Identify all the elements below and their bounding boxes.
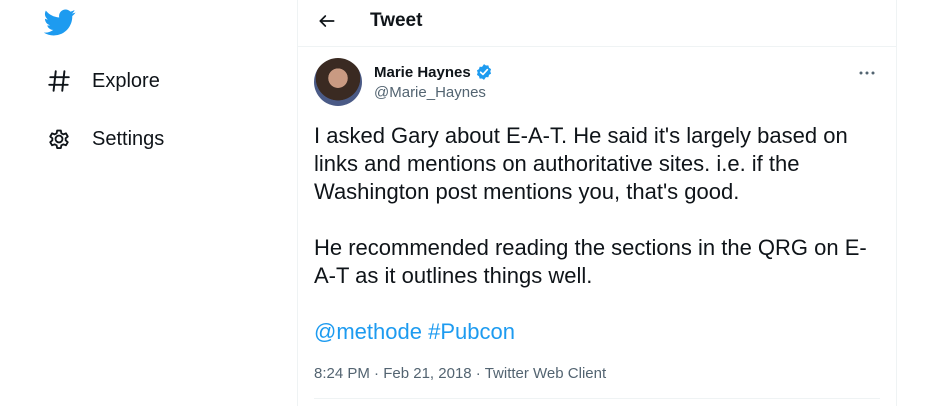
tweet-entities: @methode #Pubcon [314,318,515,346]
gear-icon [44,124,74,154]
author-handle[interactable]: @Marie_Haynes [374,84,493,101]
more-options-button[interactable] [852,60,882,84]
avatar[interactable] [314,58,362,106]
hashtag-icon [44,66,74,96]
meta-separator: · [374,365,380,382]
tweet-paragraph: I asked Gary about E-A-T. He said it's l… [314,123,848,204]
tweet-text: I asked Gary about E-A-T. He said it's l… [314,122,874,290]
hashtag-link[interactable]: #Pubcon [428,319,515,344]
nav-item-settings[interactable]: Settings [44,124,164,154]
tweet-author: Marie Haynes @Marie_Haynes [374,63,493,101]
main-column: Tweet Marie Haynes @Marie_Haynes I asked… [297,0,897,406]
author-name[interactable]: Marie Haynes [374,64,471,81]
meta-separator: · [475,365,481,382]
divider [314,398,880,399]
twitter-bird-icon[interactable] [43,6,76,38]
author-name-row: Marie Haynes [374,63,493,81]
tweet-client: Twitter Web Client [484,365,607,382]
back-button[interactable] [312,8,342,38]
tweet-date[interactable]: Feb 21, 2018 [383,365,471,382]
tweet-paragraph: He recommended reading the sections in t… [314,235,867,288]
nav-item-label: Settings [92,127,165,150]
nav-item-label: Explore [92,69,160,92]
left-navigation: Explore Settings [0,0,298,406]
mention-link[interactable]: @methode [314,319,422,344]
more-horizontal-icon [858,63,876,81]
arrow-left-icon [317,11,337,36]
verified-badge-icon [475,63,493,81]
tweet-metadata: 8:24 PM · Feb 21, 2018 · Twitter Web Cli… [314,365,606,382]
tweet-time[interactable]: 8:24 PM [314,365,370,382]
page-header: Tweet [298,0,896,47]
page-title: Tweet [370,10,423,31]
nav-item-explore[interactable]: Explore [44,66,160,96]
